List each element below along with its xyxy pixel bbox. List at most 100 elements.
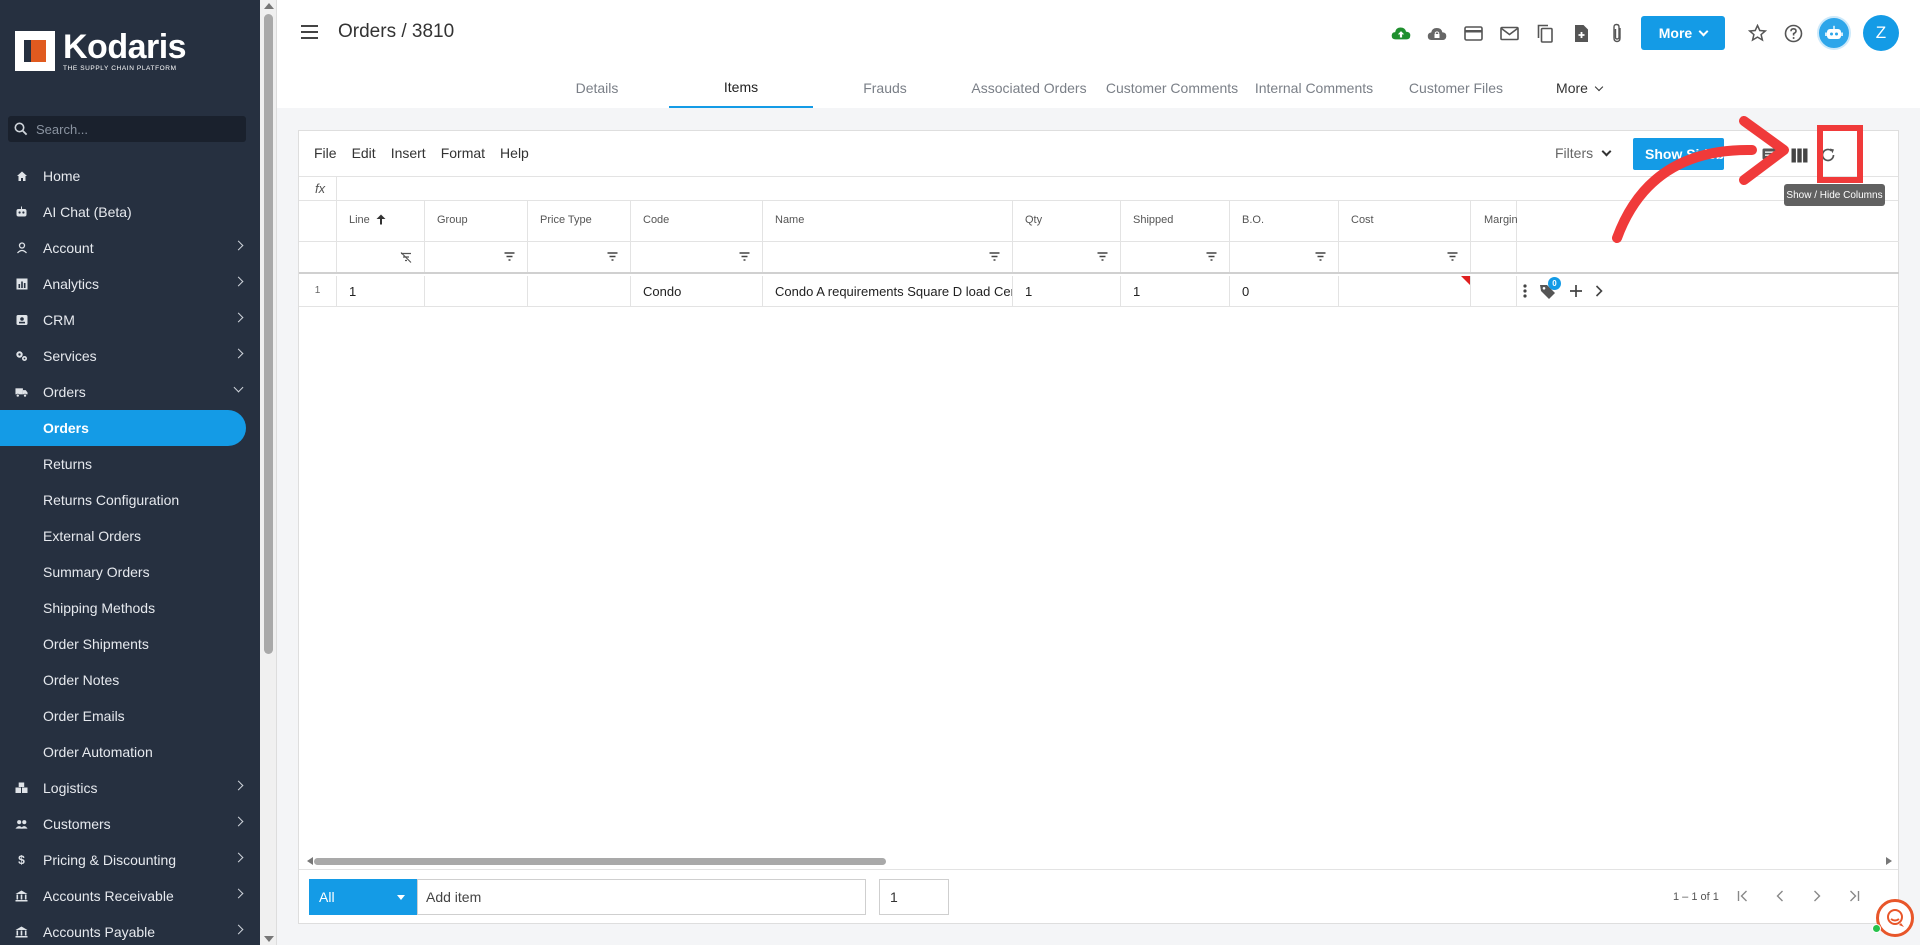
menu-format[interactable]: Format [441,145,485,161]
sidebar-subitem-order-shipments[interactable]: Order Shipments [0,626,260,662]
tab-associated-orders[interactable]: Associated Orders [957,68,1101,108]
sidebar-item-orders[interactable]: Orders [0,374,260,410]
column-header-cost[interactable]: Cost [1339,201,1471,241]
filter-icon[interactable] [607,252,618,261]
sidebar-subitem-orders[interactable]: Orders [0,410,246,446]
sidebar-item-pricing-discounting[interactable]: $ Pricing & Discounting [0,842,260,878]
filter-cell-cost[interactable] [1339,242,1471,272]
tab-items[interactable]: Items [669,68,813,108]
sidebar-subitem-external-orders[interactable]: External Orders [0,518,260,554]
sidebar-subitem-order-automation[interactable]: Order Automation [0,734,260,770]
column-header-shipped[interactable]: Shipped [1121,201,1230,241]
cell-qty[interactable]: 1 [1013,276,1121,306]
menu-help[interactable]: Help [500,145,529,161]
column-header-name[interactable]: Name [763,201,1013,241]
sidebar-scrollbar[interactable] [260,0,277,945]
column-header-qty[interactable]: Qty [1013,201,1121,241]
sidebar-item-ai-chat[interactable]: AI Chat (Beta) [0,194,260,230]
first-page-icon[interactable] [1733,886,1753,906]
sidebar-item-crm[interactable]: CRM [0,302,260,338]
filter-icon[interactable] [1097,252,1108,261]
scroll-down-arrow-icon[interactable] [264,936,274,942]
grid-horizontal-scrollbar[interactable] [307,856,1892,866]
paperclip-icon[interactable] [1607,23,1627,43]
filter-cell-price-type[interactable] [528,242,631,272]
filter-icon[interactable] [504,252,515,261]
scrollbar-thumb[interactable] [264,14,273,654]
filter-icon[interactable] [1206,252,1217,261]
column-header-line[interactable]: Line [337,201,425,241]
sidebar-item-analytics[interactable]: Analytics [0,266,260,302]
scope-select[interactable]: All [309,879,417,915]
menu-toggle-icon[interactable] [301,25,318,39]
new-document-icon[interactable] [1571,23,1591,43]
filter-cell-margin[interactable] [1471,242,1517,272]
comment-icon[interactable] [1760,145,1780,165]
column-header-margin[interactable]: Margin [1471,201,1518,241]
last-page-icon[interactable] [1844,886,1864,906]
chevron-right-icon[interactable] [1595,285,1603,297]
filter-icon[interactable] [1315,252,1326,261]
cell-price-type[interactable] [528,276,631,306]
cell-bo[interactable]: 0 [1230,276,1339,306]
sidebar-item-logistics[interactable]: Logistics [0,770,260,806]
tab-frauds[interactable]: Frauds [813,68,957,108]
filters-dropdown[interactable]: Filters [1555,145,1612,161]
scrollbar-thumb[interactable] [314,858,886,865]
copy-icon[interactable] [1535,23,1555,43]
add-item-input[interactable] [417,879,866,915]
clear-filter-icon[interactable] [400,252,412,263]
filter-cell-bo[interactable] [1230,242,1339,272]
sidebar-subitem-returns[interactable]: Returns [0,446,260,482]
quantity-input[interactable] [879,879,949,915]
tag-button[interactable]: 0 [1539,276,1561,300]
filter-cell-line[interactable] [337,242,425,272]
sidebar-subitem-shipping-methods[interactable]: Shipping Methods [0,590,260,626]
ai-assistant-button[interactable] [1817,16,1851,50]
sidebar-item-services[interactable]: Services [0,338,260,374]
chat-support-button[interactable] [1876,899,1914,937]
previous-page-icon[interactable] [1770,886,1790,906]
menu-insert[interactable]: Insert [391,145,426,161]
sidebar-subitem-order-emails[interactable]: Order Emails [0,698,260,734]
credit-card-icon[interactable] [1463,23,1483,43]
sidebar-subitem-summary-orders[interactable]: Summary Orders [0,554,260,590]
add-icon[interactable] [1569,284,1583,298]
column-header-bo[interactable]: B.O. [1230,201,1339,241]
filter-cell-qty[interactable] [1013,242,1121,272]
sidebar-item-accounts-receivable[interactable]: Accounts Receivable [0,878,260,914]
sidebar-item-account[interactable]: Account [0,230,260,266]
sidebar-item-customers[interactable]: Customers [0,806,260,842]
filter-icon[interactable] [1447,252,1458,261]
menu-file[interactable]: File [314,145,337,161]
sidebar-item-home[interactable]: Home [0,158,260,194]
scroll-left-arrow-icon[interactable] [307,857,313,865]
tab-details[interactable]: Details [525,68,669,108]
cell-shipped[interactable]: 1 [1121,276,1230,306]
filter-cell-name[interactable] [763,242,1013,272]
cell-margin[interactable] [1471,276,1517,306]
filter-cell-code[interactable] [631,242,763,272]
help-icon[interactable] [1783,23,1803,43]
column-header-price-type[interactable]: Price Type [528,201,631,241]
show-hide-columns-icon[interactable] [1789,145,1809,165]
sidebar-subitem-order-notes[interactable]: Order Notes [0,662,260,698]
cell-cost[interactable] [1339,276,1471,306]
tab-customer-comments[interactable]: Customer Comments [1101,68,1243,108]
tab-more[interactable]: More [1527,68,1631,108]
sidebar-item-accounts-payable[interactable]: Accounts Payable [0,914,260,945]
cell-name[interactable]: Condo A requirements Square D load Cente… [763,276,1013,306]
more-actions-button[interactable]: More [1641,16,1725,50]
cell-group[interactable] [425,276,528,306]
cloud-lock-icon[interactable] [1427,23,1447,43]
cell-code[interactable]: Condo [631,276,763,306]
scroll-up-arrow-icon[interactable] [264,3,274,9]
cloud-upload-icon[interactable] [1391,23,1411,43]
next-page-icon[interactable] [1807,886,1827,906]
column-header-code[interactable]: Code [631,201,763,241]
more-vertical-icon[interactable] [1523,284,1527,298]
menu-edit[interactable]: Edit [352,145,376,161]
column-header-group[interactable]: Group [425,201,528,241]
filter-cell-group[interactable] [425,242,528,272]
table-row[interactable]: 1 1 Condo Condo A requirements Square D … [299,276,1899,307]
